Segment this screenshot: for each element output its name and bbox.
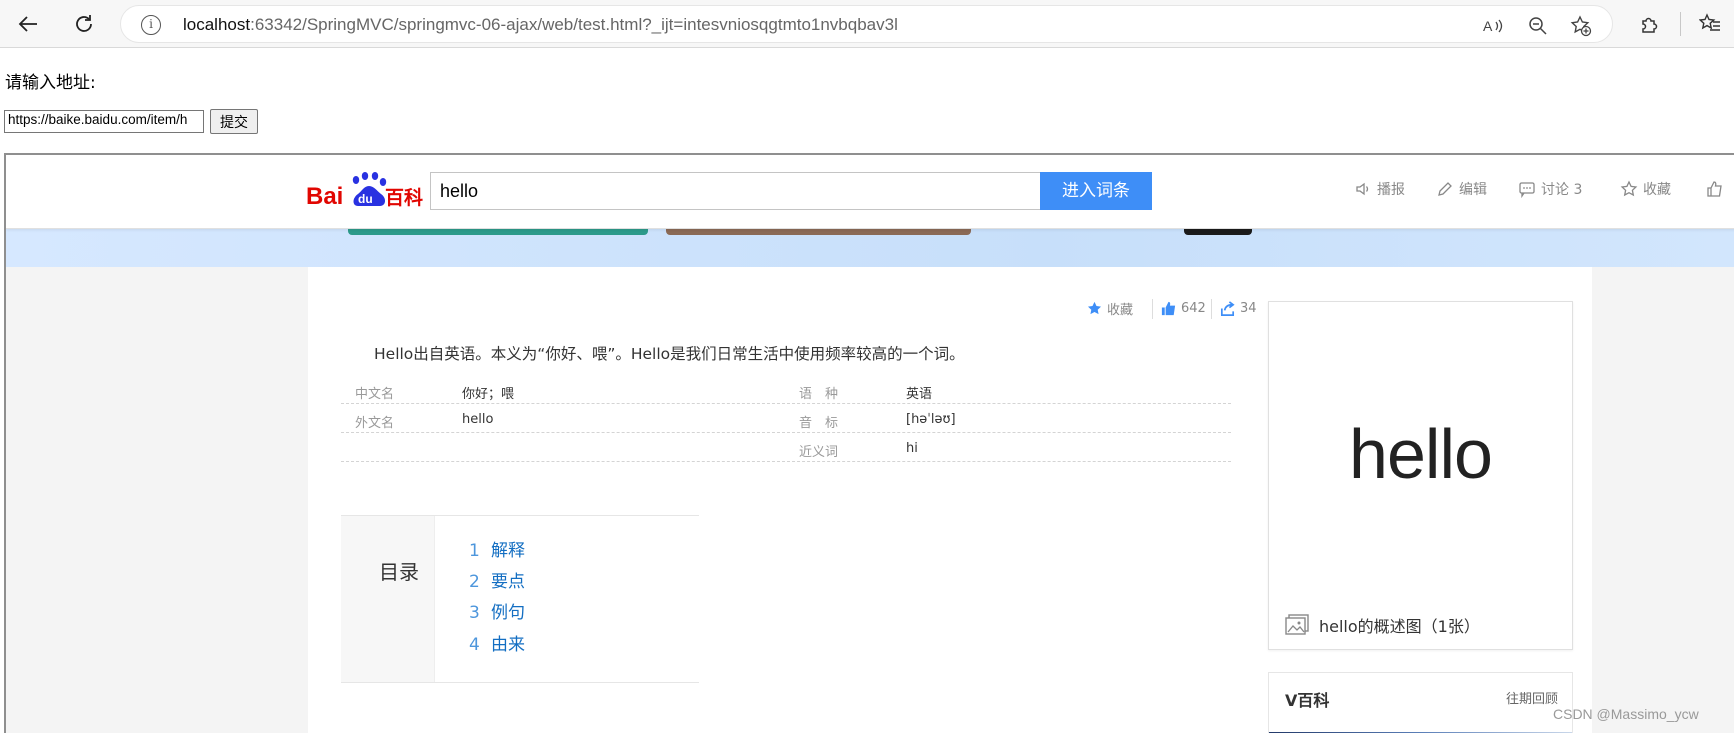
toc-item[interactable]: 3 例句 bbox=[469, 598, 525, 623]
watermark: CSDN @Massimo_ycw bbox=[1553, 706, 1699, 722]
extensions-icon[interactable] bbox=[1634, 8, 1666, 40]
svg-text:A: A bbox=[1483, 18, 1493, 34]
stat-divider bbox=[1152, 299, 1153, 319]
toc-item[interactable]: 4 由来 bbox=[469, 630, 525, 655]
table-of-contents: 目录 1 解释 2 要点 3 例句 4 由来 bbox=[341, 515, 699, 683]
url-input[interactable]: https://baike.baidu.com/item/h bbox=[4, 110, 204, 133]
toc-item[interactable]: 2 要点 bbox=[469, 567, 525, 592]
favorite-add-icon[interactable] bbox=[1569, 14, 1593, 38]
svg-text:du: du bbox=[358, 192, 373, 206]
v-baike-title: V百科 bbox=[1285, 691, 1330, 710]
collect-stat-label: 收藏 bbox=[1107, 302, 1134, 318]
favorites-icon[interactable] bbox=[1694, 8, 1726, 40]
like-count: 642 bbox=[1181, 300, 1206, 316]
discussion-icon bbox=[1519, 182, 1535, 198]
album-icon bbox=[1285, 614, 1309, 635]
embedded-page-frame: Bai du 百科 hello 进入词条 播报 编辑 讨论 3 收藏 收藏 64… bbox=[4, 153, 1734, 733]
like-stat[interactable]: 642 bbox=[1160, 297, 1206, 319]
edit-action[interactable]: 编辑 bbox=[1436, 177, 1487, 201]
entry-summary: Hello出自英语。本义为“你好、喂”。Hello是我们日常生活中使用频率较高的… bbox=[374, 345, 965, 363]
like-action[interactable] bbox=[1706, 177, 1724, 201]
thumbs-up-icon bbox=[1707, 181, 1722, 197]
collect-stat[interactable]: 收藏 bbox=[1086, 297, 1133, 319]
address-prompt-label: 请输入地址: bbox=[5, 73, 96, 93]
info-value: [həˈləʊ] bbox=[906, 412, 956, 427]
zoom-out-icon[interactable] bbox=[1526, 14, 1550, 38]
star-icon bbox=[1620, 180, 1638, 197]
info-value: 你好；喂 bbox=[462, 387, 515, 402]
edit-label: 编辑 bbox=[1459, 182, 1487, 198]
site-info-icon[interactable]: i bbox=[141, 15, 161, 35]
info-row: 外文名 hello 音 标 [həˈləʊ] bbox=[341, 404, 1231, 433]
broadcast-action[interactable]: 播报 bbox=[1354, 177, 1405, 201]
info-row: 近义词 hi bbox=[341, 433, 1231, 462]
share-icon bbox=[1220, 300, 1235, 316]
toolbar-separator bbox=[1680, 12, 1681, 36]
discuss-action[interactable]: 讨论 3 bbox=[1518, 177, 1582, 201]
submit-button[interactable]: 提交 bbox=[210, 109, 258, 134]
svg-text:Bai: Bai bbox=[306, 183, 343, 210]
browser-toolbar: i localhost:63342/SpringMVC/springmvc-06… bbox=[0, 0, 1734, 48]
back-arrow-icon[interactable] bbox=[12, 8, 44, 40]
stat-divider bbox=[1211, 299, 1212, 319]
banner-image-2 bbox=[666, 229, 971, 235]
address-bar[interactable]: i localhost:63342/SpringMVC/springmvc-06… bbox=[120, 5, 1613, 43]
overview-caption-text: hello的概述图（1张） bbox=[1319, 617, 1480, 636]
pencil-icon bbox=[1438, 182, 1452, 196]
svg-text:百科: 百科 bbox=[385, 186, 423, 209]
info-label: 音 标 bbox=[799, 416, 839, 431]
star-filled-icon bbox=[1087, 301, 1102, 314]
toc-title: 目录 bbox=[379, 560, 419, 584]
refresh-icon[interactable] bbox=[68, 8, 100, 40]
info-label: 外文名 bbox=[355, 416, 395, 431]
banner-strip bbox=[6, 229, 1734, 267]
info-row: 中文名 你好；喂 语 种 英语 bbox=[341, 375, 1231, 404]
v-baike-card: V百科 往期回顾 bbox=[1268, 672, 1573, 733]
discuss-label: 讨论 3 bbox=[1541, 182, 1583, 198]
collect-label: 收藏 bbox=[1643, 182, 1671, 198]
info-value: 英语 bbox=[906, 387, 933, 402]
baike-search-input[interactable]: hello bbox=[430, 172, 1040, 210]
thumbs-up-filled-icon bbox=[1161, 301, 1176, 315]
info-label: 近义词 bbox=[799, 445, 839, 460]
url-text[interactable]: localhost:63342/SpringMVC/springmvc-06-a… bbox=[183, 15, 898, 35]
baidu-baike-logo[interactable]: Bai du 百科 bbox=[306, 170, 424, 210]
banner-image-1 bbox=[348, 229, 648, 235]
toc-header: 目录 bbox=[341, 516, 435, 682]
toc-item[interactable]: 1 解释 bbox=[469, 536, 525, 561]
collect-action[interactable]: 收藏 bbox=[1620, 177, 1671, 201]
info-value: hello bbox=[462, 412, 494, 427]
overview-image-card[interactable]: hello hello的概述图（1张） bbox=[1268, 301, 1573, 650]
overview-image: hello bbox=[1349, 415, 1493, 493]
info-label: 语 种 bbox=[799, 387, 839, 402]
broadcast-label: 播报 bbox=[1377, 182, 1405, 198]
share-count: 34 bbox=[1240, 300, 1257, 316]
enter-entry-button[interactable]: 进入词条 bbox=[1040, 172, 1152, 210]
info-label: 中文名 bbox=[355, 387, 395, 402]
info-value: hi bbox=[906, 441, 918, 456]
overview-caption[interactable]: hello的概述图（1张） bbox=[1285, 612, 1480, 638]
v-baike-more-link[interactable]: 往期回顾 bbox=[1506, 688, 1558, 707]
speaker-icon bbox=[1356, 182, 1369, 196]
baike-header: Bai du 百科 hello 进入词条 播报 编辑 讨论 3 收藏 bbox=[6, 155, 1734, 229]
banner-image-3 bbox=[1184, 229, 1252, 235]
share-stat[interactable]: 34 bbox=[1219, 297, 1257, 319]
read-aloud-icon[interactable]: A bbox=[1481, 14, 1505, 38]
